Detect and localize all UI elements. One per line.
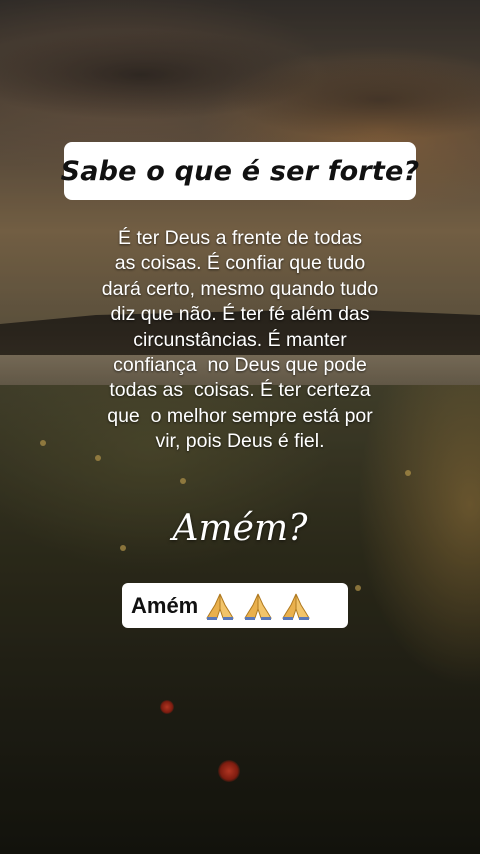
- message-line: circunstâncias. É manter: [133, 328, 347, 351]
- message-line: todas as coisas. É ter certeza: [109, 379, 371, 402]
- message-line: as coisas. É confiar que tudo: [114, 252, 366, 275]
- message-line: diz que não. É ter fé além das: [110, 303, 370, 326]
- message-text: É ter Deus a frente de todas as coisas. …: [60, 226, 420, 455]
- praying-hands-icon: [280, 591, 312, 621]
- message-line: É ter Deus a frente de todas: [118, 227, 362, 249]
- message-line: dará certo, mesmo quando tudo: [101, 277, 379, 300]
- amen-question-text: Amém?: [172, 508, 308, 549]
- amen-reply-sticker[interactable]: Amém: [122, 583, 348, 628]
- title-text: Sabe o que é ser forte?: [60, 155, 420, 187]
- praying-hands-icon: [242, 591, 274, 621]
- message-line: que o melhor sempre está por: [107, 404, 373, 427]
- message-line: vir, pois Deus é fiel.: [155, 430, 325, 453]
- amen-reply-label: Amém: [131, 592, 199, 618]
- title-sticker: Sabe o que é ser forte?: [61, 142, 419, 200]
- praying-hands-icon: [204, 591, 236, 621]
- message-line: confiança no Deus que pode: [113, 354, 367, 377]
